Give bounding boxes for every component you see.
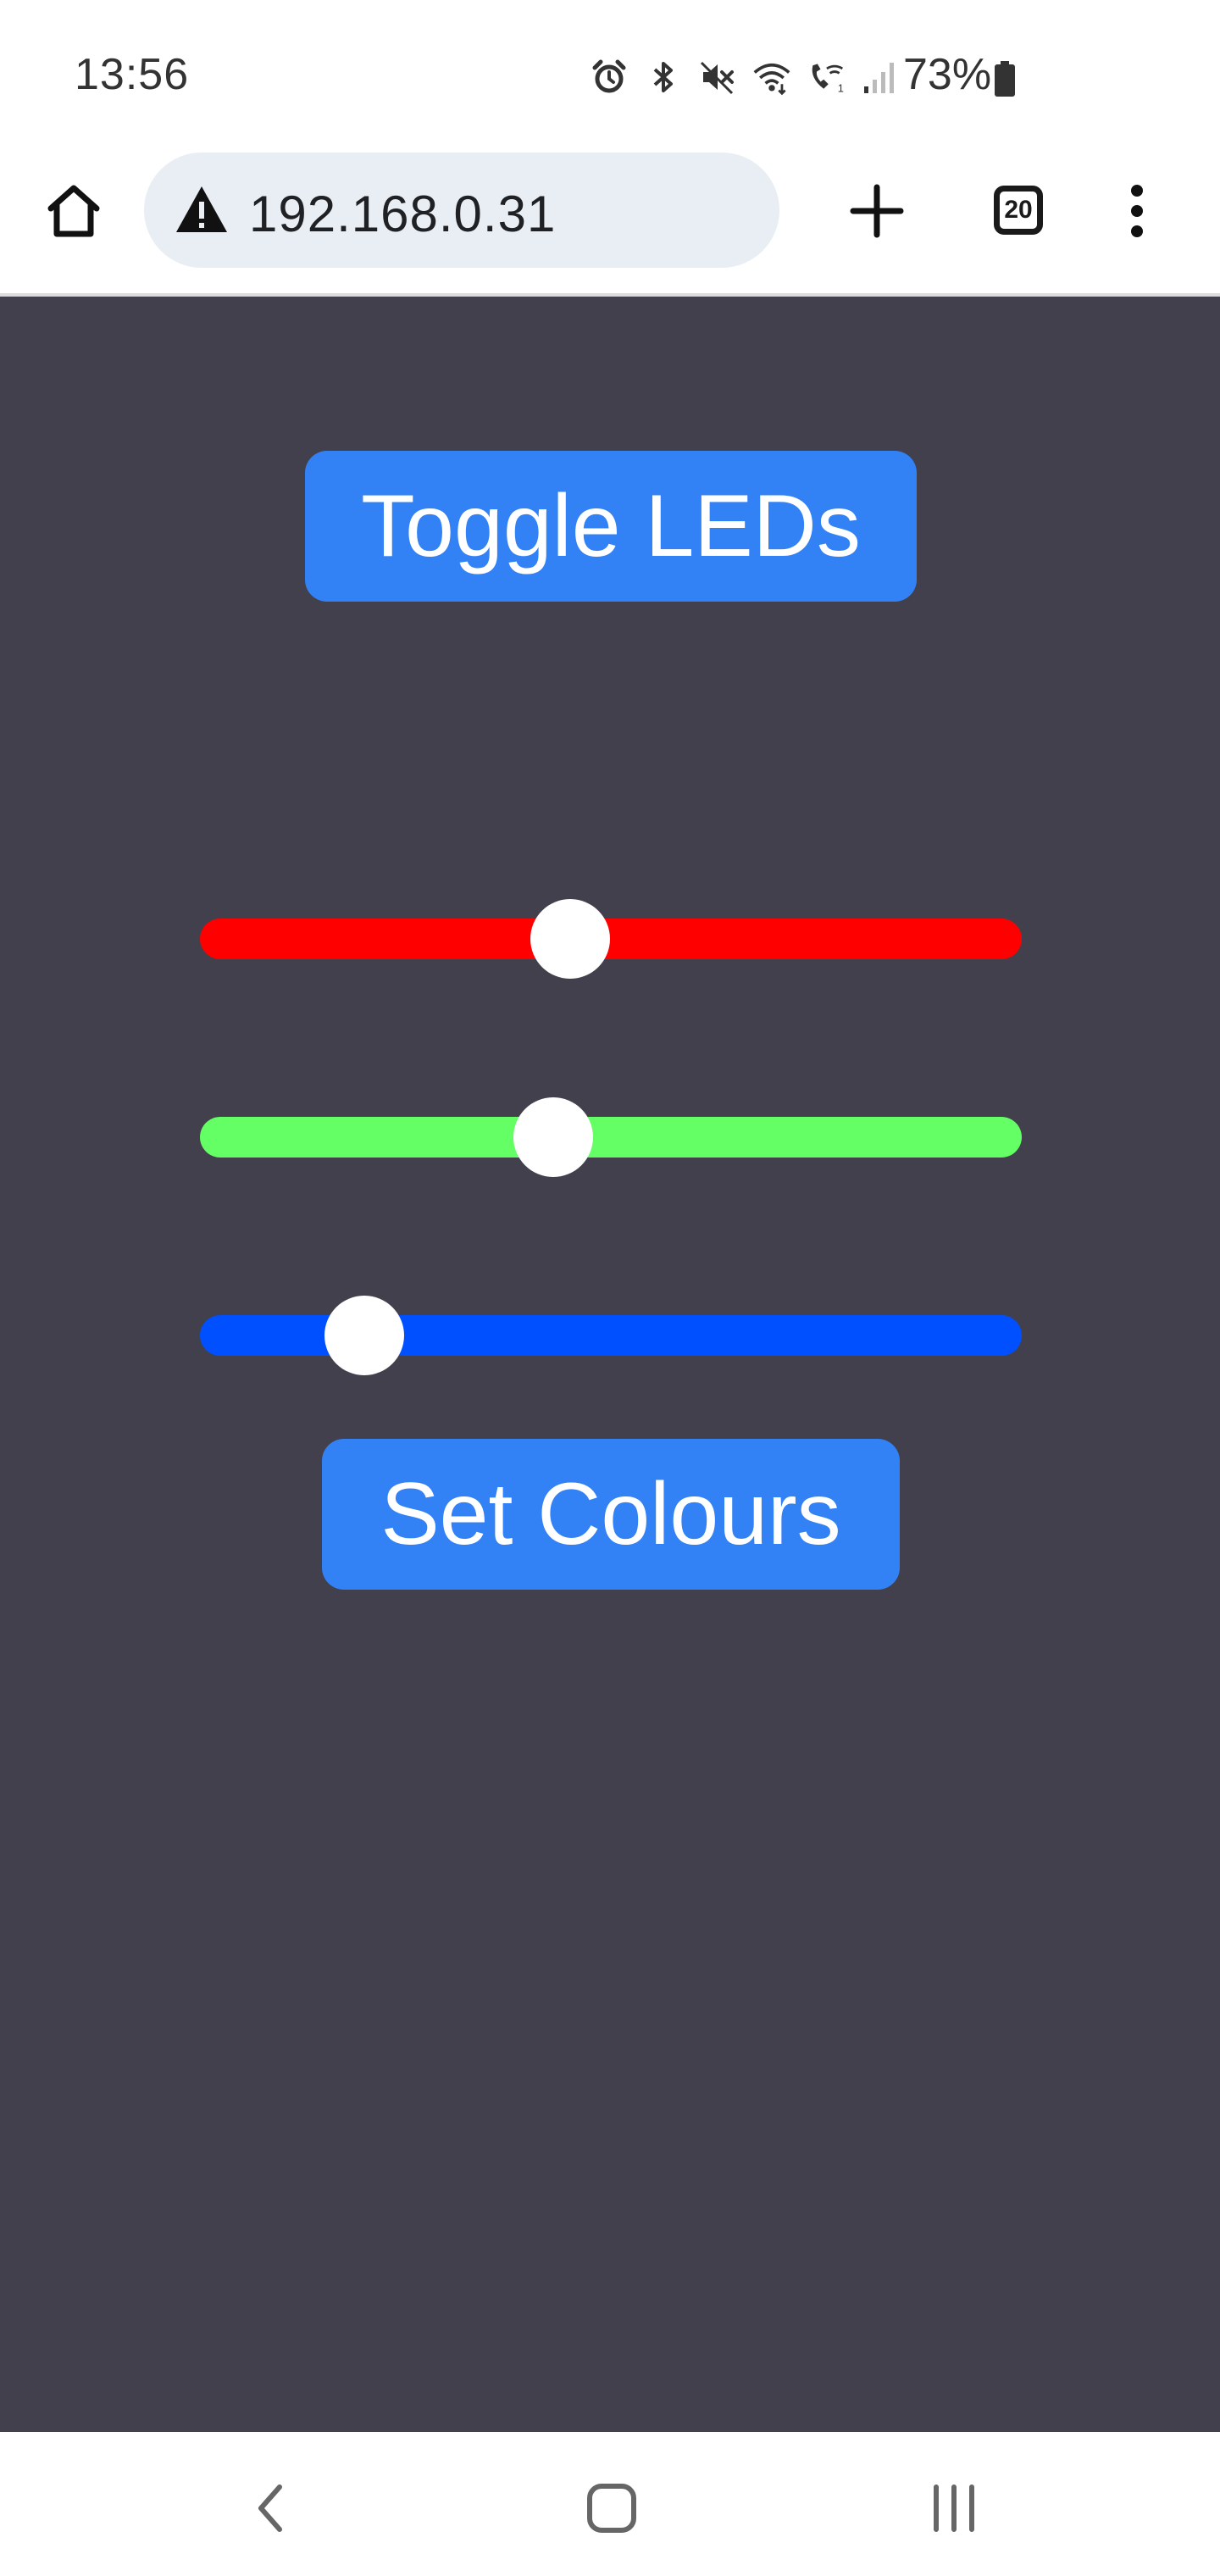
battery-percentage: 73% xyxy=(903,50,992,99)
signal-icon xyxy=(861,58,900,97)
mute-icon xyxy=(698,58,737,97)
tab-count: 20 xyxy=(994,186,1043,235)
browser-home-button[interactable] xyxy=(36,173,112,249)
bluetooth-icon xyxy=(644,58,683,97)
nav-home-button[interactable] xyxy=(569,2466,654,2551)
nav-back-button[interactable] xyxy=(229,2466,313,2551)
green-slider[interactable] xyxy=(200,1097,1022,1177)
tab-switcher-button[interactable]: 20 xyxy=(983,175,1054,246)
nav-recents-button[interactable] xyxy=(912,2466,996,2551)
back-icon xyxy=(258,2484,282,2532)
toggle-leds-button[interactable]: Toggle LEDs xyxy=(305,451,917,602)
blue-slider-thumb[interactable] xyxy=(324,1296,404,1375)
red-slider[interactable] xyxy=(200,899,1022,979)
status-time: 13:56 xyxy=(75,50,190,99)
wifi-icon xyxy=(752,58,791,97)
url-text[interactable]: 192.168.0.31 xyxy=(249,185,556,243)
recents-icon xyxy=(934,2484,974,2532)
set-colours-button[interactable]: Set Colours xyxy=(322,1439,900,1590)
status-bar: 13:56 1 73% xyxy=(0,0,1220,153)
green-slider-thumb[interactable] xyxy=(513,1097,594,1177)
address-bar[interactable]: 192.168.0.31 xyxy=(144,153,779,268)
browser-toolbar: 192.168.0.31 20 xyxy=(0,153,1220,297)
battery-icon xyxy=(995,61,1015,97)
plus-icon xyxy=(850,184,904,238)
home-icon xyxy=(47,185,100,237)
system-nav-bar xyxy=(0,2432,1220,2576)
home-icon xyxy=(587,2484,636,2533)
phone-screen: 13:56 1 73% 192.168.0.31 20 Toggle LEDs … xyxy=(0,0,1220,2576)
warning-icon[interactable] xyxy=(175,185,229,236)
browser-menu-button[interactable] xyxy=(1101,173,1173,249)
more-vert-icon xyxy=(1131,185,1143,237)
web-page: Toggle LEDs Set Colours xyxy=(0,297,1220,2432)
status-icons: 1 xyxy=(590,53,900,102)
alarm-icon xyxy=(590,58,629,97)
svg-text:1: 1 xyxy=(838,81,844,94)
new-tab-button[interactable] xyxy=(839,173,915,249)
blue-slider[interactable] xyxy=(200,1296,1022,1375)
wifi-calling-icon: 1 xyxy=(807,58,846,97)
red-slider-thumb[interactable] xyxy=(530,899,610,979)
